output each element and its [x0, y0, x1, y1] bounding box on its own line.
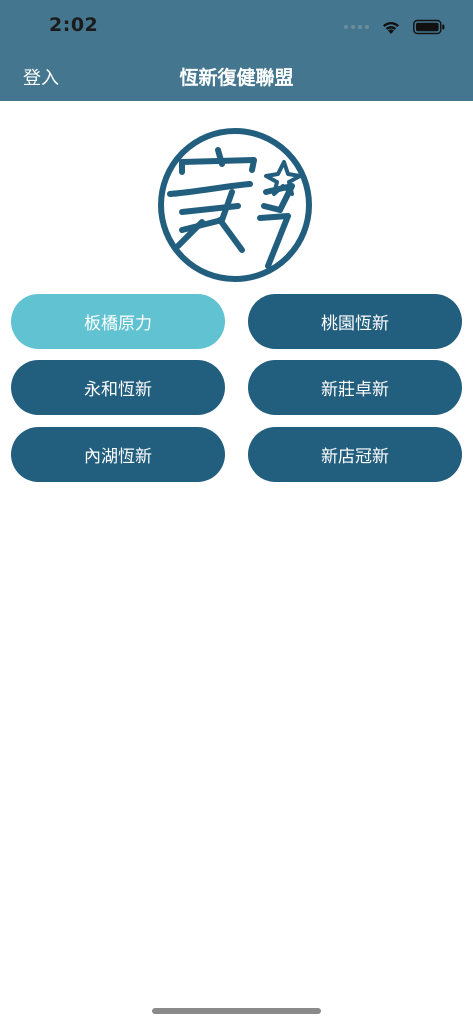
store-button-banqiao[interactable]: 板橋原力 — [11, 294, 225, 349]
store-button-xindian[interactable]: 新店冠新 — [248, 427, 462, 482]
store-button-xinzhuang[interactable]: 新莊卓新 — [248, 360, 462, 415]
battery-icon — [413, 19, 445, 35]
brand-logo — [158, 128, 312, 282]
wifi-icon — [383, 22, 399, 34]
store-button-taoyuan[interactable]: 桃園恆新 — [248, 294, 462, 349]
page-title: 恆新復健聯盟 — [179, 67, 294, 89]
app-header: 2:02 登入 恆新復健聯盟 — [0, 0, 473, 101]
store-button-yonghe[interactable]: 永和恆新 — [11, 360, 225, 415]
status-icons — [344, 16, 445, 38]
home-indicator[interactable] — [152, 1008, 321, 1014]
status-time: 2:02 — [49, 14, 99, 36]
cellular-signal-icon — [344, 25, 369, 29]
store-button-neihu[interactable]: 內湖恆新 — [11, 427, 225, 482]
